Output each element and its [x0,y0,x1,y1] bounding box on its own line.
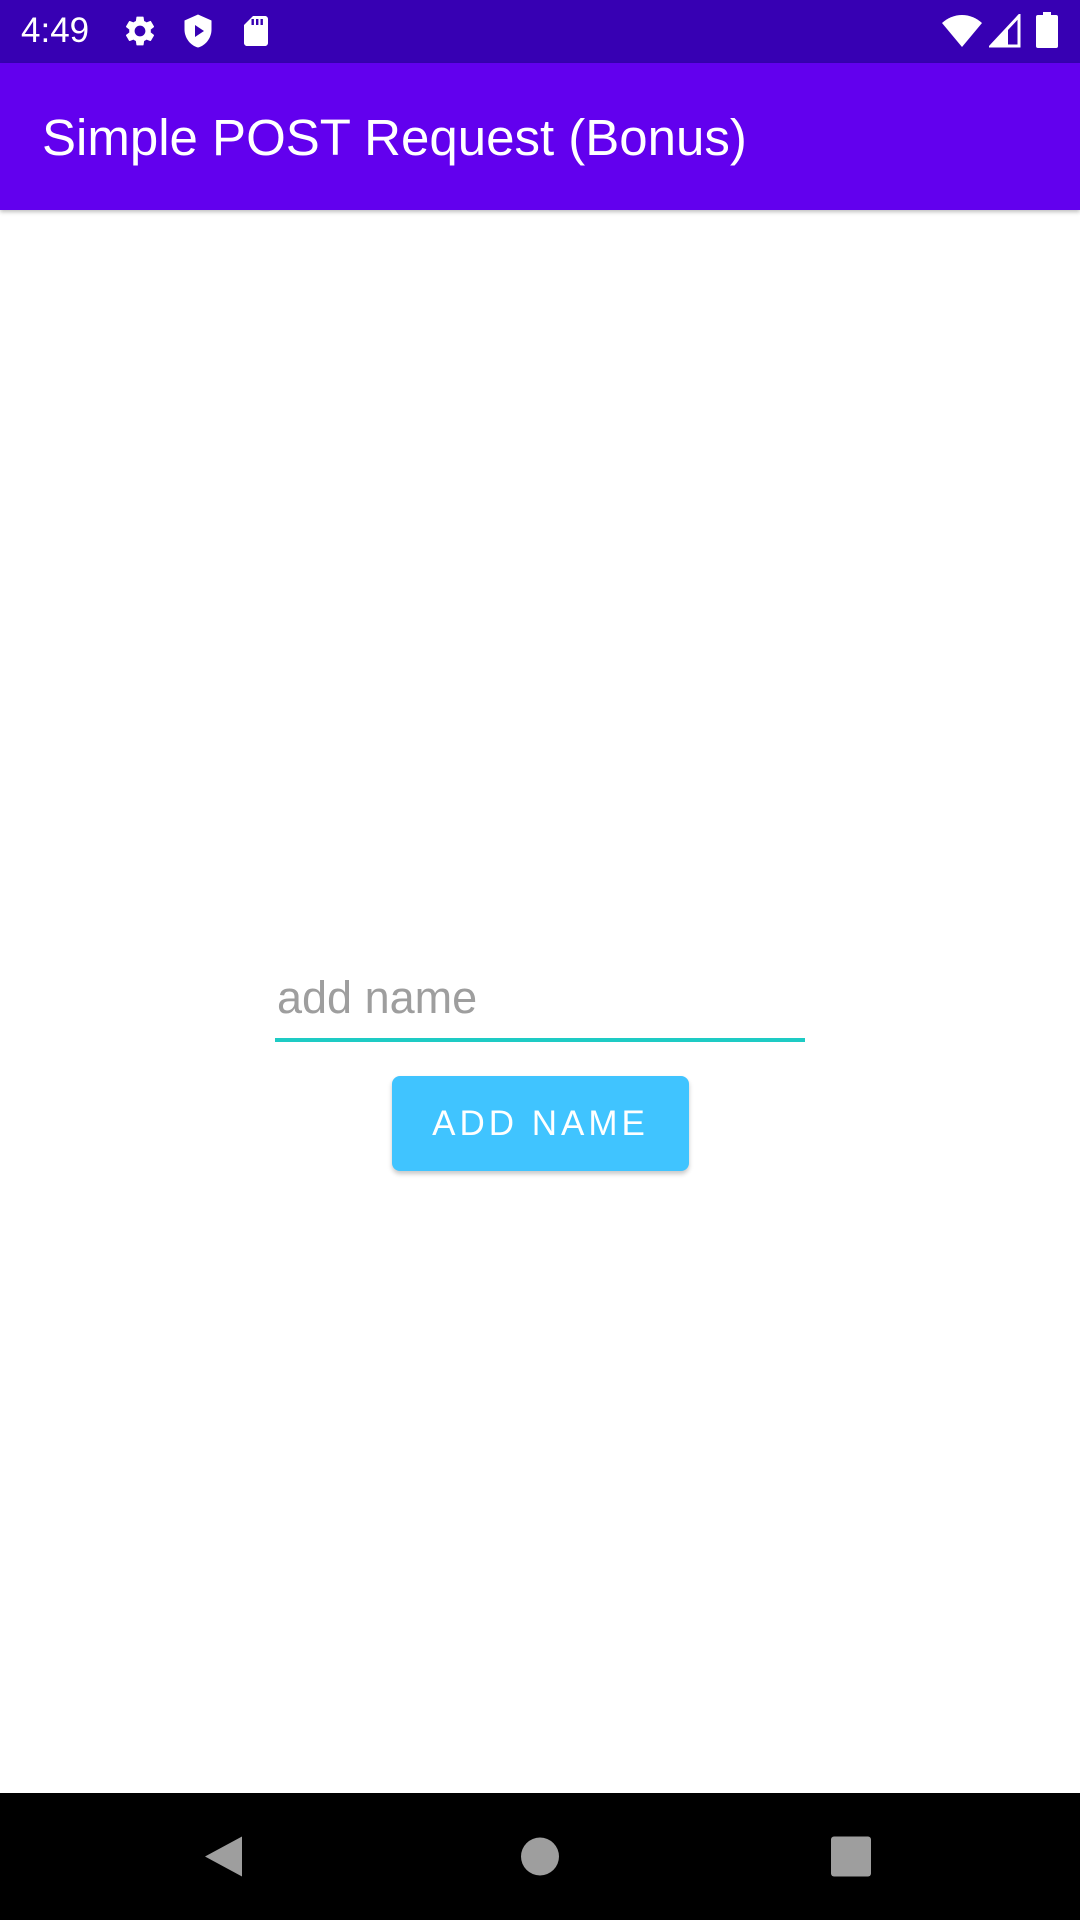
signal-icon [989,14,1021,48]
recents-button[interactable] [790,1793,910,1920]
wifi-icon [942,15,982,47]
battery-icon [1036,12,1058,48]
status-time: 4:49 [21,11,90,50]
add-name-button[interactable]: ADD NAME [392,1076,689,1171]
back-icon [205,1836,242,1877]
gear-icon [125,16,155,46]
shield-icon [184,14,212,48]
home-icon [521,1837,559,1876]
recents-icon [831,1836,871,1877]
name-input[interactable] [275,966,805,1042]
back-button[interactable] [166,1793,286,1920]
status-bar: 4:49 [0,0,1080,63]
navigation-bar [0,1793,1080,1920]
app-title: Simple POST Request (Bonus) [42,109,747,166]
app-bar: Simple POST Request (Bonus) [0,63,1080,210]
home-button[interactable] [480,1793,600,1920]
sd-card-icon [244,16,268,46]
